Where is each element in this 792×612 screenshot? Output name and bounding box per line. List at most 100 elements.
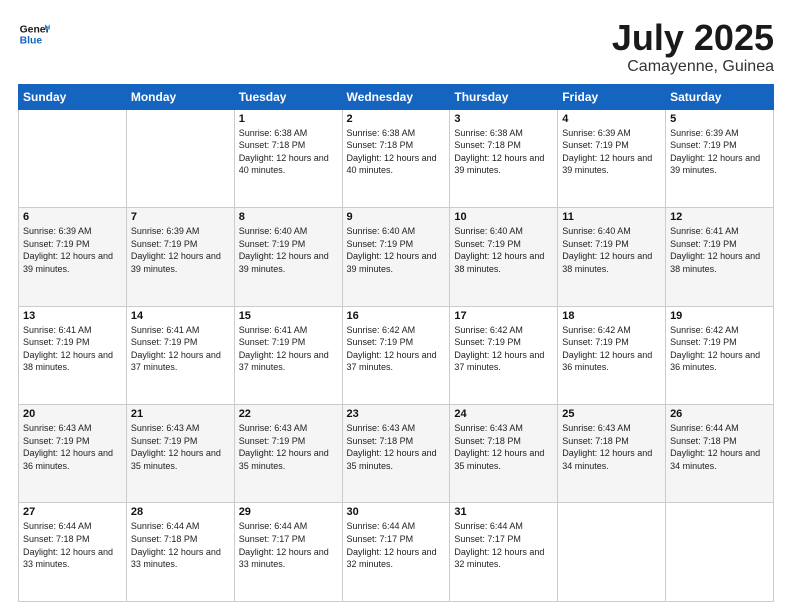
month-title: July 2025 xyxy=(612,18,774,58)
day-number: 27 xyxy=(23,506,122,518)
day-header-monday: Monday xyxy=(126,84,234,109)
calendar-cell xyxy=(19,109,127,207)
logo-icon: General Blue xyxy=(18,18,50,50)
calendar-week-row: 27 Sunrise: 6:44 AM Sunset: 7:18 PM Dayli… xyxy=(19,503,774,602)
day-info: Sunrise: 6:43 AM Sunset: 7:18 PM Dayligh… xyxy=(454,422,553,472)
calendar-cell: 21 Sunrise: 6:43 AM Sunset: 7:19 PM Dayli… xyxy=(126,405,234,503)
day-info: Sunrise: 6:39 AM Sunset: 7:19 PM Dayligh… xyxy=(562,127,661,177)
day-number: 17 xyxy=(454,310,553,322)
day-number: 13 xyxy=(23,310,122,322)
calendar-cell: 20 Sunrise: 6:43 AM Sunset: 7:19 PM Dayli… xyxy=(19,405,127,503)
day-number: 15 xyxy=(239,310,338,322)
day-info: Sunrise: 6:39 AM Sunset: 7:19 PM Dayligh… xyxy=(131,225,230,275)
day-info: Sunrise: 6:42 AM Sunset: 7:19 PM Dayligh… xyxy=(347,324,446,374)
day-number: 4 xyxy=(562,113,661,125)
calendar-header-row: SundayMondayTuesdayWednesdayThursdayFrid… xyxy=(19,84,774,109)
calendar-cell: 31Sunrise: 6:44 AM Sunset: 7:17 PM Dayli… xyxy=(450,503,558,602)
day-info: Sunrise: 6:43 AM Sunset: 7:19 PM Dayligh… xyxy=(239,422,338,472)
day-info: Sunrise: 6:44 AM Sunset: 7:17 PM Dayligh… xyxy=(454,520,553,570)
day-info: Sunrise: 6:41 AM Sunset: 7:19 PM Dayligh… xyxy=(23,324,122,374)
day-number: 16 xyxy=(347,310,446,322)
day-info: Sunrise: 6:44 AM Sunset: 7:18 PM Dayligh… xyxy=(670,422,769,472)
day-info: Sunrise: 6:39 AM Sunset: 7:19 PM Dayligh… xyxy=(23,225,122,275)
day-number: 10 xyxy=(454,211,553,223)
day-header-tuesday: Tuesday xyxy=(234,84,342,109)
day-header-wednesday: Wednesday xyxy=(342,84,450,109)
calendar-cell: 12 Sunrise: 6:41 AM Sunset: 7:19 PM Dayli… xyxy=(666,208,774,306)
calendar-page: General Blue July 2025 Camayenne, Guinea… xyxy=(0,0,792,612)
day-info: Sunrise: 6:42 AM Sunset: 7:19 PM Dayligh… xyxy=(454,324,553,374)
day-info: Sunrise: 6:40 AM Sunset: 7:19 PM Dayligh… xyxy=(239,225,338,275)
day-number: 28 xyxy=(131,506,230,518)
day-number: 20 xyxy=(23,408,122,420)
day-number: 7 xyxy=(131,211,230,223)
calendar-cell: 9 Sunrise: 6:40 AM Sunset: 7:19 PM Daylig… xyxy=(342,208,450,306)
calendar-cell: 29 Sunrise: 6:44 AM Sunset: 7:17 PM Dayli… xyxy=(234,503,342,602)
calendar-week-row: 13 Sunrise: 6:41 AM Sunset: 7:19 PM Dayli… xyxy=(19,306,774,404)
svg-text:Blue: Blue xyxy=(20,36,43,47)
day-number: 22 xyxy=(239,408,338,420)
day-number: 19 xyxy=(670,310,769,322)
day-number: 3 xyxy=(454,113,553,125)
day-info: Sunrise: 6:44 AM Sunset: 7:17 PM Dayligh… xyxy=(239,520,338,570)
calendar-cell: 14 Sunrise: 6:41 AM Sunset: 7:19 PM Dayli… xyxy=(126,306,234,404)
calendar-cell xyxy=(666,503,774,602)
day-header-saturday: Saturday xyxy=(666,84,774,109)
day-number: 5 xyxy=(670,113,769,125)
day-info: Sunrise: 6:38 AM Sunset: 7:18 PM Dayligh… xyxy=(347,127,446,177)
day-info: Sunrise: 6:43 AM Sunset: 7:18 PM Dayligh… xyxy=(562,422,661,472)
calendar-cell: 8Sunrise: 6:40 AM Sunset: 7:19 PM Daylig… xyxy=(234,208,342,306)
calendar-cell: 11Sunrise: 6:40 AM Sunset: 7:19 PM Dayli… xyxy=(558,208,666,306)
calendar-cell: 18 Sunrise: 6:42 AM Sunset: 7:19 PM Dayli… xyxy=(558,306,666,404)
day-header-friday: Friday xyxy=(558,84,666,109)
day-number: 25 xyxy=(562,408,661,420)
day-info: Sunrise: 6:41 AM Sunset: 7:19 PM Dayligh… xyxy=(131,324,230,374)
day-info: Sunrise: 6:44 AM Sunset: 7:18 PM Dayligh… xyxy=(23,520,122,570)
title-block: July 2025 Camayenne, Guinea xyxy=(612,18,774,76)
day-number: 21 xyxy=(131,408,230,420)
day-info: Sunrise: 6:41 AM Sunset: 7:19 PM Dayligh… xyxy=(670,225,769,275)
day-info: Sunrise: 6:40 AM Sunset: 7:19 PM Dayligh… xyxy=(562,225,661,275)
calendar-week-row: 1 Sunrise: 6:38 AM Sunset: 7:18 PM Daylig… xyxy=(19,109,774,207)
day-info: Sunrise: 6:41 AM Sunset: 7:19 PM Dayligh… xyxy=(239,324,338,374)
day-info: Sunrise: 6:40 AM Sunset: 7:19 PM Dayligh… xyxy=(347,225,446,275)
day-info: Sunrise: 6:44 AM Sunset: 7:17 PM Dayligh… xyxy=(347,520,446,570)
day-number: 6 xyxy=(23,211,122,223)
day-info: Sunrise: 6:40 AM Sunset: 7:19 PM Dayligh… xyxy=(454,225,553,275)
calendar-table: SundayMondayTuesdayWednesdayThursdayFrid… xyxy=(18,84,774,602)
calendar-week-row: 20 Sunrise: 6:43 AM Sunset: 7:19 PM Dayli… xyxy=(19,405,774,503)
calendar-cell: 7 Sunrise: 6:39 AM Sunset: 7:19 PM Daylig… xyxy=(126,208,234,306)
calendar-cell: 25 Sunrise: 6:43 AM Sunset: 7:18 PM Dayli… xyxy=(558,405,666,503)
calendar-cell: 19Sunrise: 6:42 AM Sunset: 7:19 PM Dayli… xyxy=(666,306,774,404)
day-number: 26 xyxy=(670,408,769,420)
calendar-cell: 4 Sunrise: 6:39 AM Sunset: 7:19 PM Daylig… xyxy=(558,109,666,207)
day-number: 1 xyxy=(239,113,338,125)
header: General Blue July 2025 Camayenne, Guinea xyxy=(18,18,774,76)
calendar-cell: 5 Sunrise: 6:39 AM Sunset: 7:19 PM Daylig… xyxy=(666,109,774,207)
day-number: 29 xyxy=(239,506,338,518)
calendar-cell: 13 Sunrise: 6:41 AM Sunset: 7:19 PM Dayli… xyxy=(19,306,127,404)
day-info: Sunrise: 6:43 AM Sunset: 7:19 PM Dayligh… xyxy=(23,422,122,472)
day-info: Sunrise: 6:43 AM Sunset: 7:19 PM Dayligh… xyxy=(131,422,230,472)
day-info: Sunrise: 6:38 AM Sunset: 7:18 PM Dayligh… xyxy=(454,127,553,177)
day-number: 9 xyxy=(347,211,446,223)
day-header-thursday: Thursday xyxy=(450,84,558,109)
calendar-cell xyxy=(126,109,234,207)
day-number: 14 xyxy=(131,310,230,322)
calendar-cell: 1Sunrise: 6:38 AM Sunset: 7:18 PM Daylig… xyxy=(234,109,342,207)
day-info: Sunrise: 6:42 AM Sunset: 7:19 PM Dayligh… xyxy=(562,324,661,374)
day-number: 18 xyxy=(562,310,661,322)
calendar-cell: 2Sunrise: 6:38 AM Sunset: 7:18 PM Daylig… xyxy=(342,109,450,207)
calendar-cell: 24Sunrise: 6:43 AM Sunset: 7:18 PM Dayli… xyxy=(450,405,558,503)
day-number: 12 xyxy=(670,211,769,223)
calendar-cell: 6 Sunrise: 6:39 AM Sunset: 7:19 PM Daylig… xyxy=(19,208,127,306)
calendar-cell: 26 Sunrise: 6:44 AM Sunset: 7:18 PM Dayli… xyxy=(666,405,774,503)
location: Camayenne, Guinea xyxy=(612,58,774,76)
logo: General Blue xyxy=(18,18,50,50)
calendar-cell: 22 Sunrise: 6:43 AM Sunset: 7:19 PM Dayli… xyxy=(234,405,342,503)
calendar-cell: 30Sunrise: 6:44 AM Sunset: 7:17 PM Dayli… xyxy=(342,503,450,602)
calendar-cell: 23Sunrise: 6:43 AM Sunset: 7:18 PM Dayli… xyxy=(342,405,450,503)
calendar-cell: 10 Sunrise: 6:40 AM Sunset: 7:19 PM Dayli… xyxy=(450,208,558,306)
day-info: Sunrise: 6:39 AM Sunset: 7:19 PM Dayligh… xyxy=(670,127,769,177)
day-number: 23 xyxy=(347,408,446,420)
